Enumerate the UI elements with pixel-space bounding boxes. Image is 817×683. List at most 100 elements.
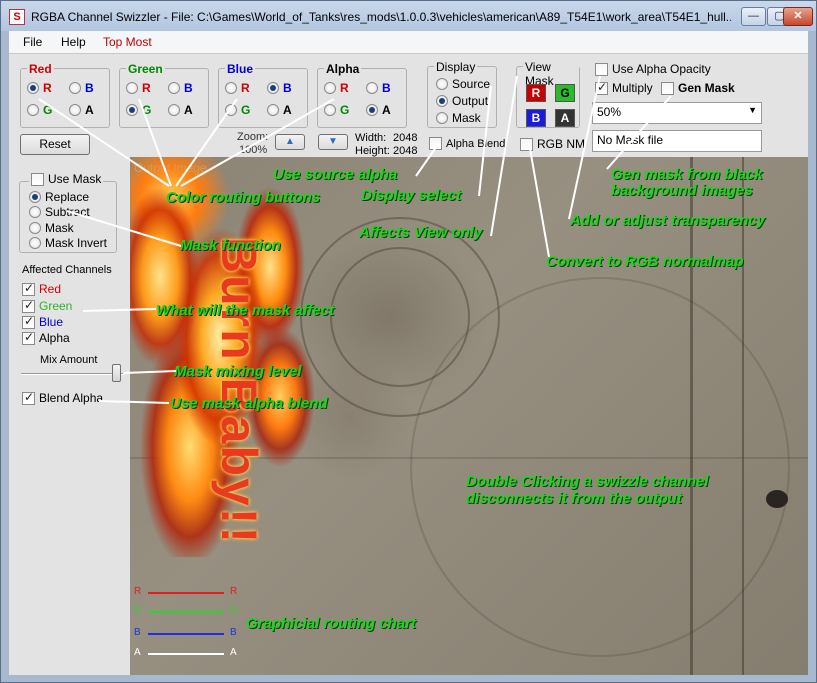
affected-red-label: Red [39, 282, 62, 296]
letter-r: R [340, 81, 349, 95]
reset-button[interactable]: Reset [20, 134, 90, 155]
annotation-gen-mask-1: Gen mask from black [611, 166, 763, 183]
mix-amount-track[interactable] [21, 373, 125, 375]
checkbox-icon [22, 330, 35, 345]
arrow-up-icon: ▲ [285, 136, 295, 147]
output-image-view[interactable]: Output Image Burn Baby!! R R G G B B A A… [130, 157, 808, 675]
mask-file-field[interactable]: No Mask file [592, 130, 762, 152]
display-label: Display [434, 60, 478, 74]
view-mask-b-button[interactable]: B [526, 109, 546, 127]
radio-icon [27, 104, 39, 116]
letter-b: B [382, 81, 391, 95]
mode-subtract-radio[interactable]: Subtract [29, 205, 90, 219]
radio-icon [366, 104, 378, 116]
radio-icon [267, 82, 279, 94]
blue-src-b[interactable]: B [267, 81, 292, 95]
radio-icon [436, 112, 448, 124]
view-mask-r-button[interactable]: R [526, 84, 546, 102]
opacity-select[interactable]: 50% ▼ [592, 102, 762, 124]
annotation-double-click-2: disconnects it from the output [466, 490, 682, 507]
checkbox-icon [22, 390, 35, 405]
annotation-mask-function: Mask function [180, 237, 281, 254]
affected-red-checkbox[interactable]: Red [22, 281, 62, 296]
menu-help[interactable]: Help [61, 35, 86, 49]
display-output-radio[interactable]: Output [436, 94, 488, 108]
minimize-button[interactable]: — [741, 7, 766, 26]
red-src-r[interactable]: R [27, 81, 52, 95]
blue-src-g[interactable]: G [225, 103, 250, 117]
mode-mask-invert-radio[interactable]: Mask Invert [29, 236, 107, 250]
green-channel-group: Green R B G A [119, 62, 209, 128]
radio-icon [27, 82, 39, 94]
green-src-b[interactable]: B [168, 81, 193, 95]
alpha-src-b[interactable]: B [366, 81, 391, 95]
mode-mask-radio[interactable]: Mask [29, 221, 74, 235]
alpha-src-g[interactable]: G [324, 103, 349, 117]
mask-panel: Use Mask Replace Subtract Mask Mask Inve… [9, 157, 130, 675]
red-src-a[interactable]: A [69, 103, 94, 117]
menu-top-most[interactable]: Top Most [103, 35, 152, 49]
rgb-nm-checkbox[interactable]: RGB NM [520, 137, 585, 151]
mode-mask-invert-label: Mask Invert [45, 236, 108, 250]
route-g-line [148, 611, 224, 613]
gen-mask-checkbox[interactable]: Gen Mask [661, 81, 735, 95]
texture-detail [410, 277, 790, 657]
alpha-src-r[interactable]: R [324, 81, 349, 95]
height-value: 2048 [393, 145, 418, 157]
alpha-blend-checkbox[interactable]: Alpha Blend [429, 137, 505, 150]
blue-src-a[interactable]: A [267, 103, 292, 117]
radio-icon [168, 82, 180, 94]
view-mask-a-button[interactable]: A [555, 109, 575, 127]
green-src-r[interactable]: R [126, 81, 151, 95]
display-group: Display Source Output Mask [427, 60, 497, 128]
letter-b: B [184, 81, 193, 95]
alpha-src-a[interactable]: A [366, 103, 391, 117]
annotation-mask-mixing: Mask mixing level [174, 363, 302, 380]
letter-a: A [382, 103, 391, 117]
radio-icon [366, 82, 378, 94]
checkbox-icon [22, 281, 35, 296]
title-bar[interactable]: S RGBA Channel Swizzler - File: C:\Games… [1, 1, 816, 31]
zoom-in-button[interactable]: ▲ [275, 134, 305, 150]
annotation-routing-chart: Graphicial routing chart [246, 615, 417, 632]
checkbox-icon [595, 80, 608, 95]
route-b-line [148, 633, 224, 635]
red-channel-group: Red R B G A [20, 62, 110, 128]
mode-replace-radio[interactable]: Replace [29, 190, 89, 204]
affected-channels-label: Affected Channels [22, 264, 112, 276]
close-button[interactable]: ✕ [783, 7, 813, 26]
app-icon: S [9, 9, 25, 25]
menu-file[interactable]: File [23, 35, 42, 49]
display-source-radio[interactable]: Source [436, 77, 490, 91]
green-src-g[interactable]: G [126, 103, 151, 117]
mode-replace-label: Replace [45, 190, 90, 204]
blue-channel-label: Blue [225, 62, 256, 76]
blend-alpha-checkbox[interactable]: Blend Alpha [22, 390, 103, 405]
blue-channel-group: Blue R B G A [218, 62, 308, 128]
letter-g: G [142, 103, 152, 117]
letter-g: G [43, 103, 53, 117]
view-mask-g-button[interactable]: G [555, 84, 575, 102]
red-src-g[interactable]: G [27, 103, 52, 117]
affected-alpha-checkbox[interactable]: Alpha [22, 330, 70, 345]
checkbox-icon [22, 314, 35, 329]
green-src-a[interactable]: A [168, 103, 193, 117]
red-src-b[interactable]: B [69, 81, 94, 95]
route-a-to: A [230, 647, 237, 658]
blue-src-r[interactable]: R [225, 81, 250, 95]
zoom-out-button[interactable]: ▼ [318, 134, 348, 150]
route-r-line [148, 592, 224, 594]
display-mask-label: Mask [452, 111, 481, 125]
route-r-to: R [230, 586, 238, 597]
affected-blue-checkbox[interactable]: Blue [22, 314, 63, 329]
affected-green-checkbox[interactable]: Green [22, 298, 72, 313]
use-mask-checkbox[interactable]: Use Mask [29, 172, 104, 186]
radio-icon [168, 104, 180, 116]
multiply-checkbox[interactable]: Multiply [595, 80, 653, 95]
mix-amount-thumb[interactable] [112, 364, 121, 382]
display-mask-radio[interactable]: Mask [436, 111, 481, 125]
radio-icon [225, 104, 237, 116]
radio-icon [436, 78, 448, 90]
use-alpha-opacity-checkbox[interactable]: Use Alpha Opacity [595, 62, 711, 76]
radio-icon [29, 191, 41, 203]
